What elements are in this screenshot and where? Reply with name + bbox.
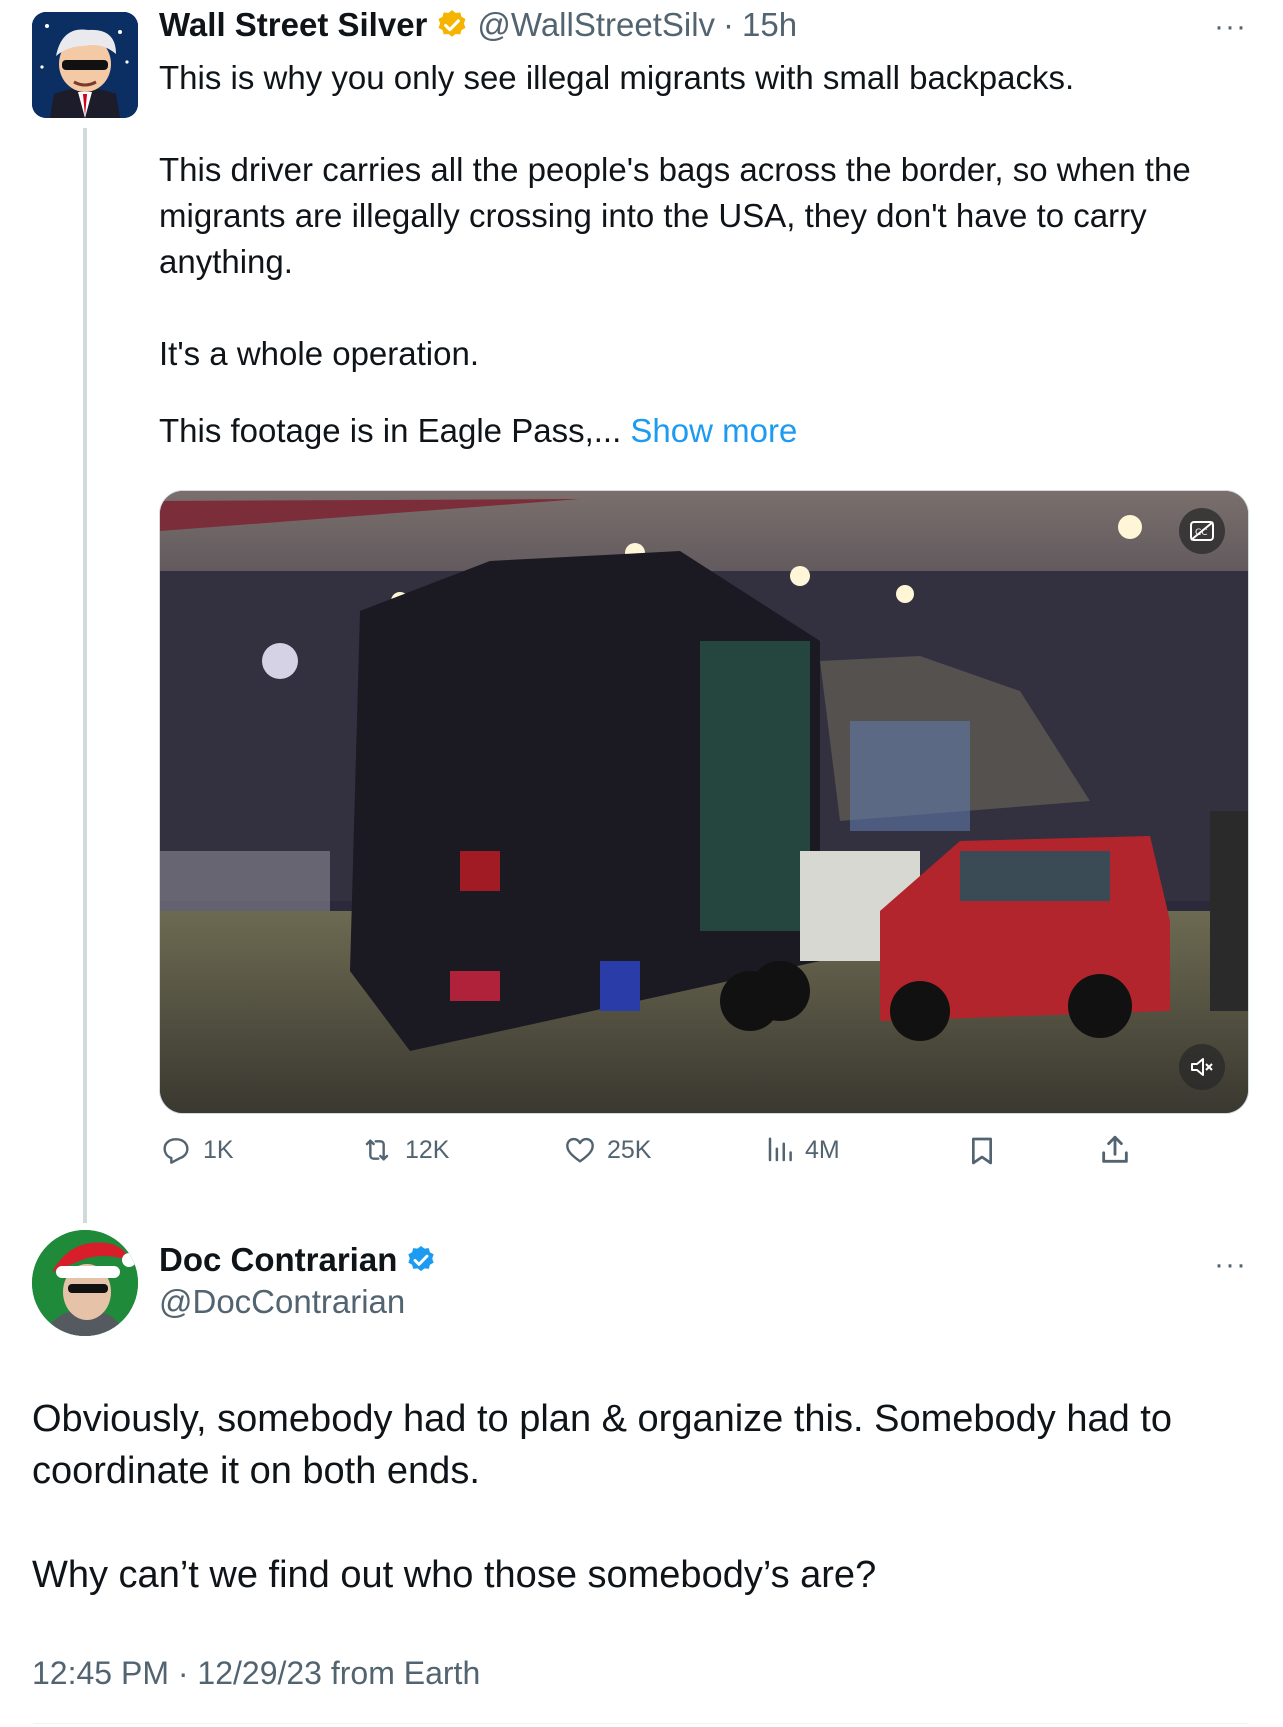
reply-paragraph: Obviously, somebody had to plan & organi… — [32, 1398, 1172, 1492]
tweet-video[interactable]: CC — [159, 490, 1249, 1114]
reply-icon — [159, 1134, 193, 1166]
separator-dot: · — [723, 6, 735, 43]
bottom-divider — [33, 1723, 1248, 1724]
tweet-paragraph: This is why you only see illegal migrant… — [159, 59, 1075, 96]
repost-action[interactable]: 12K — [359, 1134, 449, 1166]
tweet-header: Wall Street Silver @WallStreetSilv · 15h — [159, 6, 797, 44]
reply-author-name[interactable]: Doc Contrarian — [159, 1241, 397, 1279]
reply-action[interactable]: 1K — [159, 1134, 234, 1166]
truncated-text: This footage is in Eagle Pass,... — [159, 412, 622, 449]
captions-off-icon[interactable]: CC — [1179, 508, 1225, 554]
blue-verified-badge-icon — [405, 1244, 437, 1276]
show-more-link[interactable]: Show more — [630, 412, 797, 449]
author-handle[interactable]: @WallStreetSilv — [477, 6, 715, 44]
reply-timestamp[interactable]: 12:45 PM · 12/29/23 from Earth — [32, 1655, 480, 1692]
thread-connector-line — [83, 128, 87, 1223]
reply-body: Obviously, somebody had to plan & organi… — [32, 1393, 1242, 1601]
views-count: 4M — [805, 1135, 840, 1164]
reply-more-options-icon[interactable]: ··· — [1214, 1248, 1247, 1282]
reply-author-name-row: Doc Contrarian — [159, 1241, 437, 1279]
video-frame-image — [160, 491, 1248, 1113]
tweet-time[interactable]: 15h — [742, 6, 797, 44]
muted-icon[interactable] — [1179, 1044, 1225, 1090]
views-chart-icon — [765, 1134, 795, 1166]
reply-author-avatar[interactable] — [32, 1230, 138, 1336]
share-icon[interactable] — [1098, 1133, 1132, 1172]
like-count: 25K — [607, 1135, 652, 1164]
like-action[interactable]: 25K — [563, 1134, 651, 1166]
tweet-paragraph: It's a whole operation. — [159, 335, 479, 372]
svg-text:CC: CC — [1195, 528, 1208, 538]
repost-count: 12K — [405, 1135, 450, 1164]
heart-icon — [563, 1134, 597, 1166]
author-avatar[interactable] — [32, 12, 138, 118]
reply-paragraph: Why can’t we find out who those somebody… — [32, 1554, 877, 1596]
tweet-paragraph: This driver carries all the people's bag… — [159, 151, 1191, 280]
tweet-paragraph-truncated: This footage is in Eagle Pass,... Show m… — [159, 408, 1239, 454]
gold-verified-badge-icon — [435, 8, 469, 42]
author-name[interactable]: Wall Street Silver — [159, 6, 427, 44]
reply-author-handle[interactable]: @DocContrarian — [159, 1283, 405, 1321]
repost-icon — [359, 1134, 395, 1166]
reply-count: 1K — [203, 1135, 234, 1164]
bookmark-icon[interactable] — [966, 1134, 998, 1173]
wallstreetbets-avatar-image — [32, 12, 138, 118]
tweet-body: This is why you only see illegal migrant… — [159, 55, 1239, 454]
tweet-more-options-icon[interactable]: ··· — [1214, 10, 1247, 44]
views-action[interactable]: 4M — [765, 1134, 840, 1166]
santa-hat-avatar-image — [32, 1230, 138, 1336]
